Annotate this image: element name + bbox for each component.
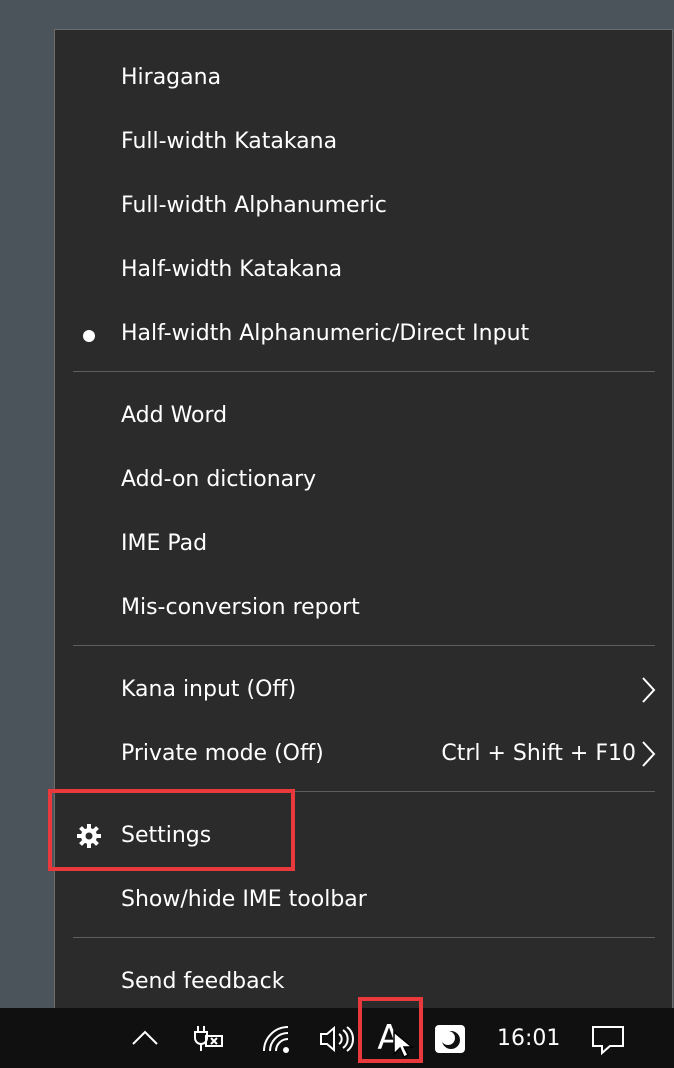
ime-mode-highlight-box	[358, 997, 423, 1063]
menu-separator	[73, 371, 655, 372]
menu-item-label: Half-width Katakana	[121, 257, 343, 282]
menu-item-label: Add-on dictionary	[121, 467, 317, 492]
menu-item-show-hide-ime-toolbar[interactable]: Show/hide IME toolbar	[55, 872, 672, 928]
menu-separator	[73, 645, 655, 646]
chevron-up-icon[interactable]	[130, 1024, 160, 1048]
ime-context-menu: Hiragana Full-width Katakana Full-width …	[54, 29, 673, 1025]
menu-item-half-width-alphanumeric[interactable]: Half-width Alphanumeric/Direct Input	[55, 306, 672, 362]
chevron-right-icon	[642, 677, 656, 703]
volume-icon[interactable]	[318, 1024, 354, 1054]
chevron-right-icon	[642, 741, 656, 767]
selected-bullet-icon	[83, 330, 95, 342]
menu-item-label: Add Word	[121, 403, 228, 428]
menu-item-ime-pad[interactable]: IME Pad	[55, 516, 672, 572]
menu-item-half-width-katakana[interactable]: Half-width Katakana	[55, 242, 672, 298]
menu-item-label: Show/hide IME toolbar	[121, 887, 367, 912]
taskbar-clock[interactable]: 16:01	[497, 1026, 560, 1051]
menu-item-label: Mis-conversion report	[121, 595, 360, 620]
menu-item-hiragana[interactable]: Hiragana	[55, 50, 672, 106]
menu-separator	[73, 937, 655, 938]
menu-item-label: Kana input (Off)	[121, 677, 297, 702]
menu-item-label: Private mode (Off)	[121, 741, 324, 766]
notification-icon[interactable]	[590, 1024, 626, 1056]
settings-highlight-box	[48, 789, 295, 871]
menu-item-kana-input[interactable]: Kana input (Off)	[55, 662, 672, 718]
keyboard-shortcut: Ctrl + Shift + F10	[441, 741, 636, 766]
menu-item-mis-conversion-report[interactable]: Mis-conversion report	[55, 580, 672, 636]
menu-item-label: Full-width Katakana	[121, 129, 338, 154]
menu-item-full-width-katakana[interactable]: Full-width Katakana	[55, 114, 672, 170]
menu-item-label: Hiragana	[121, 65, 222, 90]
menu-item-add-on-dictionary[interactable]: Add-on dictionary	[55, 452, 672, 508]
menu-item-label: IME Pad	[121, 531, 208, 556]
menu-item-private-mode[interactable]: Private mode (Off) Ctrl + Shift + F10	[55, 726, 672, 782]
wifi-icon[interactable]	[260, 1024, 292, 1054]
menu-item-add-word[interactable]: Add Word	[55, 388, 672, 444]
power-plug-icon[interactable]	[192, 1024, 226, 1054]
menu-item-label: Send feedback	[121, 969, 285, 994]
menu-item-full-width-alphanumeric[interactable]: Full-width Alphanumeric	[55, 178, 672, 234]
menu-item-label: Full-width Alphanumeric	[121, 193, 387, 218]
app-tray-icon[interactable]	[434, 1024, 466, 1054]
menu-item-label: Half-width Alphanumeric/Direct Input	[121, 321, 530, 346]
